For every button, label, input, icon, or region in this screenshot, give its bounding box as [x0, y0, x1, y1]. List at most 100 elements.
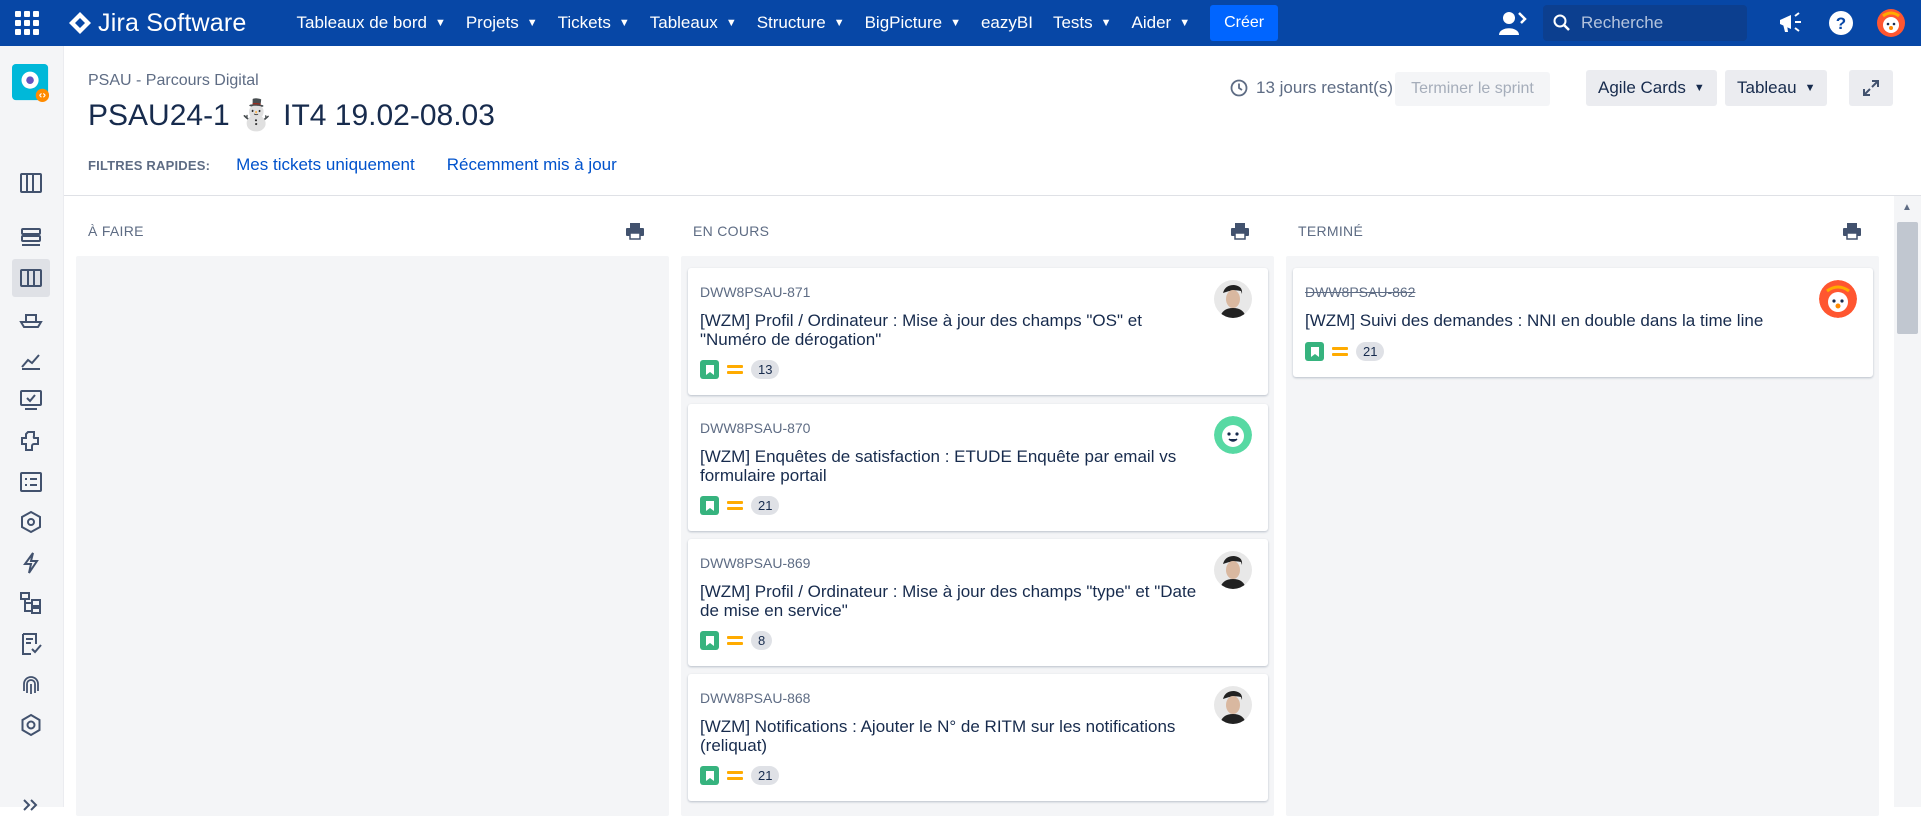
admin-user-icon[interactable] [1493, 0, 1533, 46]
sprint-dates: IT4 19.02-08.03 [283, 98, 495, 132]
nav-help[interactable]: Aider ▼ [1122, 0, 1201, 46]
assignee-avatar[interactable] [1214, 686, 1252, 724]
issue-card[interactable]: DWW8PSAU-869 [WZM] Profil / Ordinateur :… [688, 539, 1268, 666]
story-type-icon [700, 766, 719, 785]
story-points-badge: 13 [751, 360, 780, 379]
quick-filters: FILTRES RAPIDES: Mes tickets uniquement … [88, 155, 649, 175]
fullscreen-icon[interactable] [1849, 70, 1893, 106]
print-icon[interactable] [1842, 222, 1862, 240]
complete-sprint-button[interactable]: Terminer le sprint [1395, 72, 1550, 106]
nav-dashboards[interactable]: Tableaux de bord ▼ [287, 0, 456, 46]
assignee-avatar[interactable] [1214, 280, 1252, 318]
nav-label: eazyBI [980, 13, 1033, 32]
components-icon[interactable] [12, 422, 50, 460]
svg-text:?: ? [1836, 14, 1846, 33]
column-title: TERMINÉ [1298, 223, 1364, 239]
card-footer: 8 [700, 631, 773, 650]
reports-icon[interactable] [12, 341, 50, 379]
chevron-down-icon: ▼ [833, 17, 845, 29]
nav-eazybi[interactable]: eazyBI [971, 0, 1043, 46]
expand-sidebar-icon[interactable] [12, 786, 50, 824]
story-points-badge: 8 [751, 631, 773, 650]
assignee-avatar[interactable] [1214, 416, 1252, 454]
issue-key[interactable]: DWW8PSAU-868 [700, 690, 810, 706]
nav-right: ? [1493, 0, 1921, 46]
cube-icon[interactable] [12, 503, 50, 541]
board-scrollbar[interactable]: ▲ [1894, 196, 1921, 807]
scroll-up-icon[interactable]: ▲ [1902, 202, 1912, 213]
jira-logo[interactable]: Jira Software [68, 9, 247, 38]
nav-label: Structure [756, 13, 826, 32]
checklist-icon[interactable] [12, 463, 50, 501]
nav-bigpicture[interactable]: BigPicture ▼ [855, 0, 971, 46]
nav-boards[interactable]: Tableaux ▼ [640, 0, 747, 46]
priority-medium-icon [727, 501, 743, 510]
search-icon [1553, 14, 1570, 31]
pages-icon[interactable] [12, 625, 50, 663]
issue-card[interactable]: DWW8PSAU-862 [WZM] Suivi des demandes : … [1293, 268, 1873, 377]
agile-cards-button[interactable]: Agile Cards ▼ [1586, 70, 1717, 106]
issue-key[interactable]: DWW8PSAU-870 [700, 420, 810, 436]
brand-name: Jira Software [98, 8, 247, 37]
issue-summary: [WZM] Profil / Ordinateur : Mise à jour … [700, 311, 1142, 349]
chevron-down-icon: ▼ [1804, 82, 1816, 94]
nav-issues[interactable]: Tickets ▼ [548, 0, 640, 46]
issue-card[interactable]: DWW8PSAU-868 [WZM] Notifications : Ajout… [688, 674, 1268, 801]
board-icon[interactable] [12, 259, 50, 297]
nav-menu: Tableaux de bord ▼ Projets ▼ Tickets ▼ Tabl… [287, 0, 1279, 46]
help-icon[interactable]: ? [1821, 0, 1861, 46]
nav-label: BigPicture [864, 13, 943, 32]
column-title: EN COURS [693, 223, 770, 239]
issue-card[interactable]: DWW8PSAU-870 [WZM] Enquêtes de satisfact… [688, 404, 1268, 531]
user-avatar-icon[interactable] [1871, 0, 1911, 46]
column-drop-zone [76, 256, 669, 816]
nav-label: Tableaux de bord [296, 13, 427, 32]
issue-key[interactable]: DWW8PSAU-871 [700, 284, 810, 300]
breadcrumb[interactable]: PSAU - Parcours Digital [88, 72, 259, 90]
card-footer: 21 [700, 496, 780, 515]
story-type-icon [700, 496, 719, 515]
tests-icon[interactable] [12, 381, 50, 419]
create-button[interactable]: Créer [1210, 5, 1279, 41]
card-footer: 21 [1305, 342, 1385, 361]
scrollbar-thumb[interactable] [1897, 222, 1918, 334]
chevron-down-icon: ▼ [526, 17, 538, 29]
column-title: À FAIRE [88, 223, 144, 239]
fingerprint-icon[interactable] [12, 666, 50, 704]
card-footer: 21 [700, 766, 780, 785]
releases-icon[interactable] [12, 218, 50, 256]
assignee-avatar[interactable] [1214, 551, 1252, 589]
backlog-icon[interactable] [12, 164, 50, 202]
days-remaining-text: 13 jours restant(s) [1256, 78, 1393, 97]
assignee-avatar[interactable] [1819, 280, 1857, 318]
search-box[interactable] [1543, 5, 1747, 41]
nav-structure[interactable]: Structure ▼ [747, 0, 855, 46]
board-view-button[interactable]: Tableau ▼ [1725, 70, 1828, 106]
chevron-down-icon: ▼ [1693, 82, 1705, 94]
chevron-down-icon: ▼ [618, 17, 630, 29]
priority-medium-icon [1332, 347, 1348, 356]
issue-card[interactable]: DWW8PSAU-871 [WZM] Profil / Ordinateur :… [688, 268, 1268, 395]
issue-summary: [WZM] Enquêtes de satisfaction : ETUDE E… [700, 447, 1177, 485]
nav-label: Projets [465, 13, 519, 32]
settings-icon[interactable] [12, 706, 50, 744]
print-icon[interactable] [1230, 222, 1250, 240]
project-avatar-icon[interactable] [12, 64, 50, 102]
chevron-down-icon: ▼ [1100, 17, 1112, 29]
filter-recently-updated[interactable]: Récemment mis à jour [447, 155, 617, 175]
print-icon[interactable] [625, 222, 645, 240]
nav-tests[interactable]: Tests ▼ [1043, 0, 1122, 46]
filter-my-issues[interactable]: Mes tickets uniquement [236, 155, 415, 175]
issue-key[interactable]: DWW8PSAU-869 [700, 555, 810, 571]
issue-key[interactable]: DWW8PSAU-862 [1305, 284, 1415, 300]
structure-icon[interactable] [12, 584, 50, 622]
ship-icon[interactable] [12, 300, 50, 338]
lightning-icon[interactable] [12, 544, 50, 582]
story-points-badge: 21 [751, 766, 780, 785]
issue-summary: [WZM] Profil / Ordinateur : Mise à jour … [700, 582, 1197, 620]
priority-medium-icon [727, 771, 743, 780]
nav-projects[interactable]: Projets ▼ [456, 0, 548, 46]
notifications-megaphone-icon[interactable] [1771, 0, 1811, 46]
app-switcher-icon[interactable] [14, 10, 40, 36]
search-input[interactable] [1581, 13, 1731, 33]
